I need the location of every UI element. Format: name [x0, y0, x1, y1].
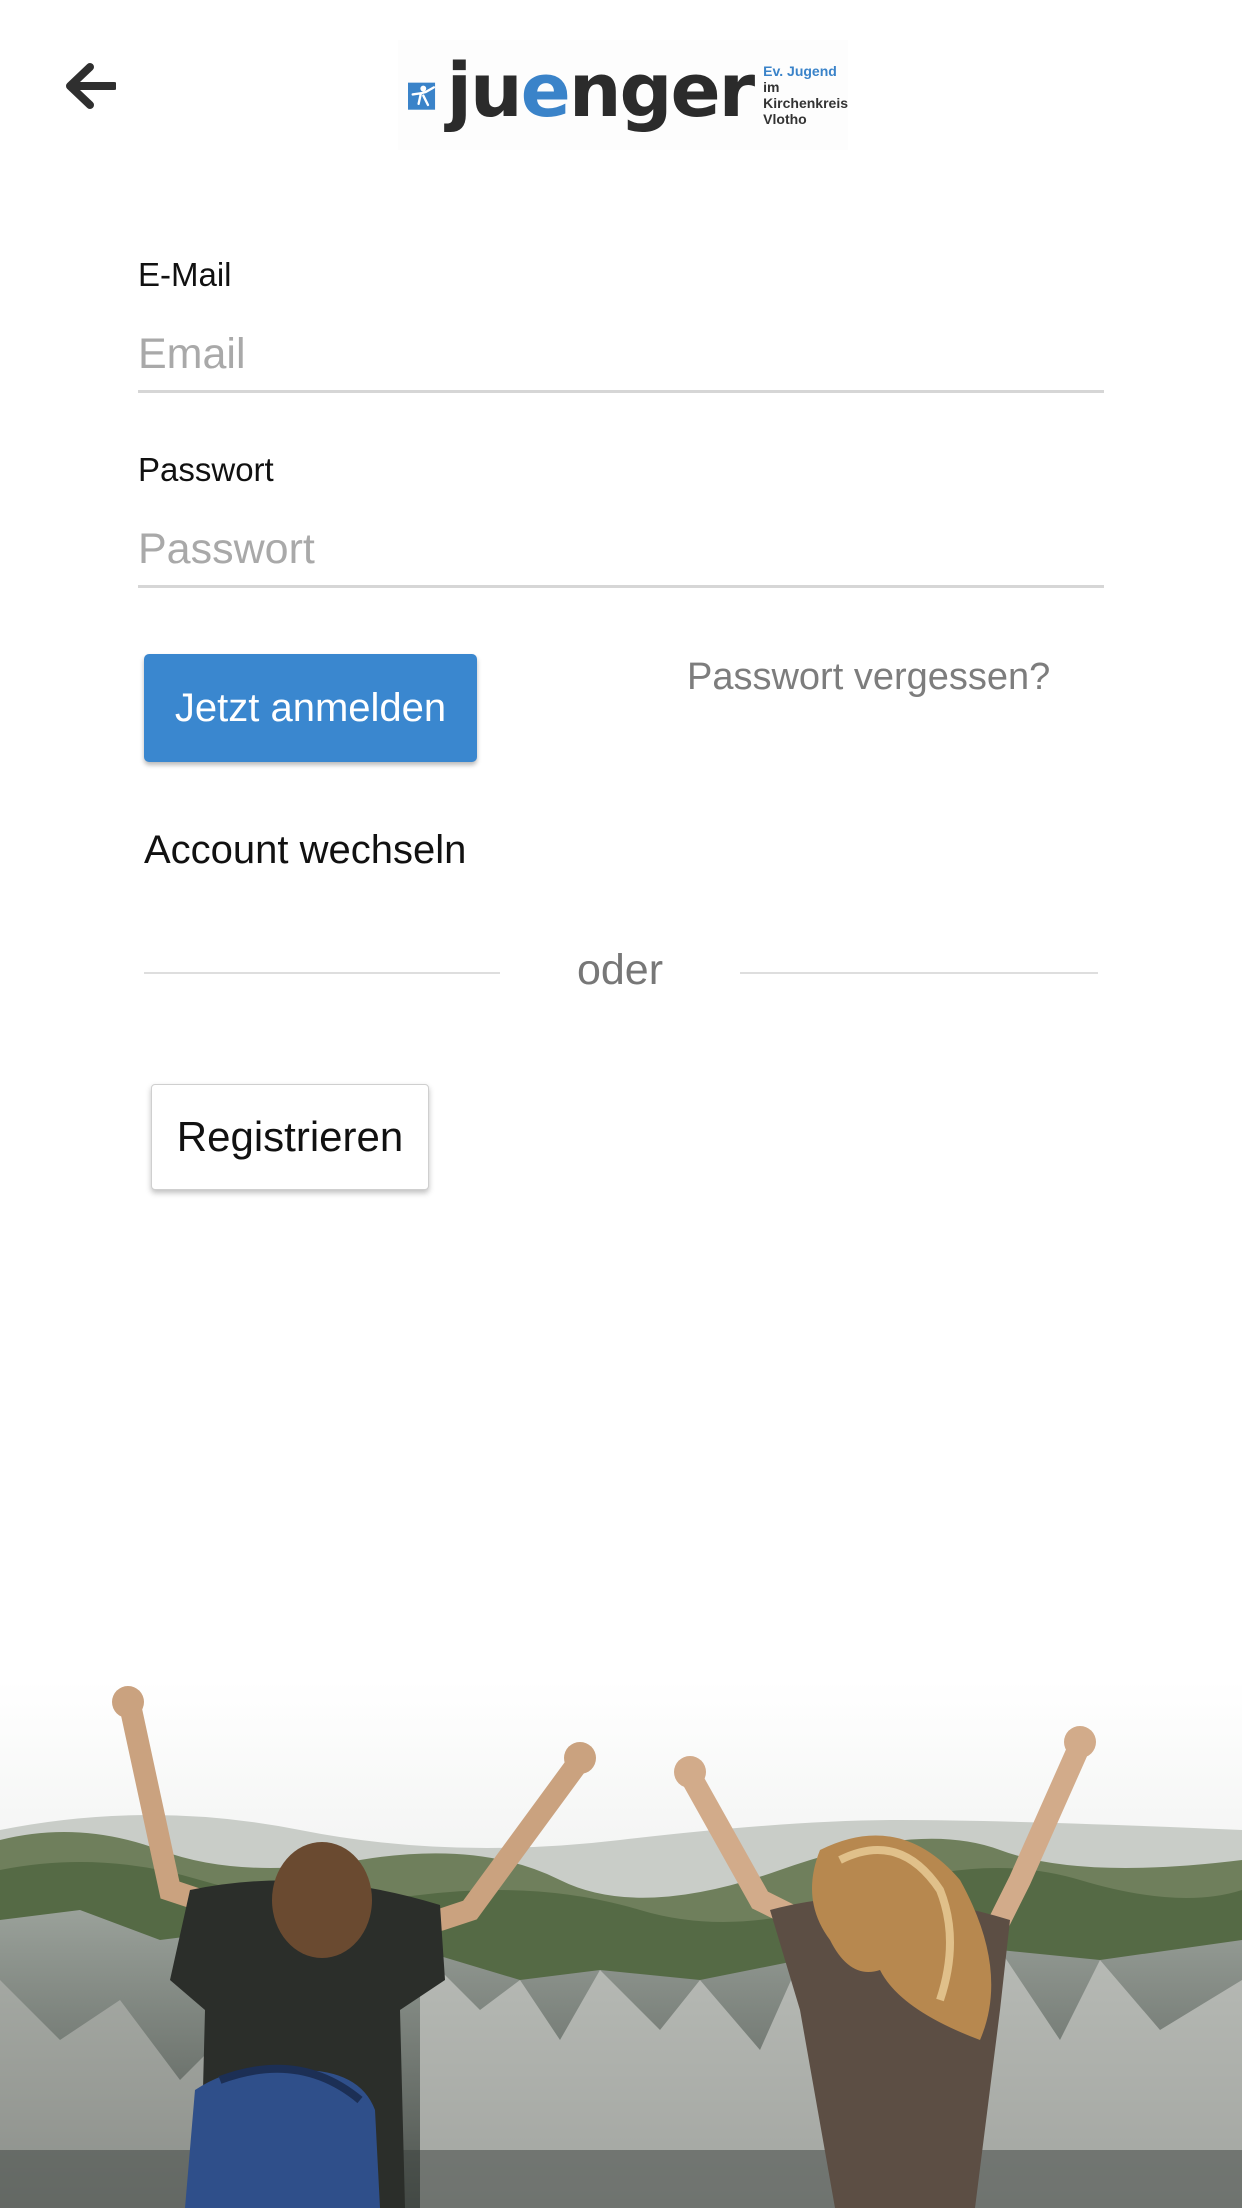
logo-mark-icon [408, 82, 436, 110]
divider-label: oder [576, 946, 664, 994]
login-button[interactable]: Jetzt anmelden [144, 654, 477, 762]
email-label: E-Mail [138, 256, 232, 293]
password-field[interactable] [138, 513, 1104, 588]
arrow-left-icon [66, 63, 116, 109]
email-field[interactable] [138, 318, 1104, 393]
forgot-password-link[interactable]: Passwort vergessen? [687, 656, 1050, 699]
app-logo: juenger Ev. Jugend im Kirchenkreis Vloth… [398, 40, 848, 150]
register-button[interactable]: Registrieren [151, 1084, 429, 1190]
logo-wordmark: juenger [446, 48, 756, 134]
switch-account-link[interactable]: Account wechseln [144, 828, 466, 873]
divider-left [144, 972, 500, 974]
back-button[interactable] [56, 52, 124, 120]
password-label: Passwort [138, 451, 274, 488]
logo-tagline: Ev. Jugend im Kirchenkreis Vlotho [763, 63, 848, 127]
divider-right [740, 972, 1098, 974]
hero-image [0, 1680, 1242, 2208]
